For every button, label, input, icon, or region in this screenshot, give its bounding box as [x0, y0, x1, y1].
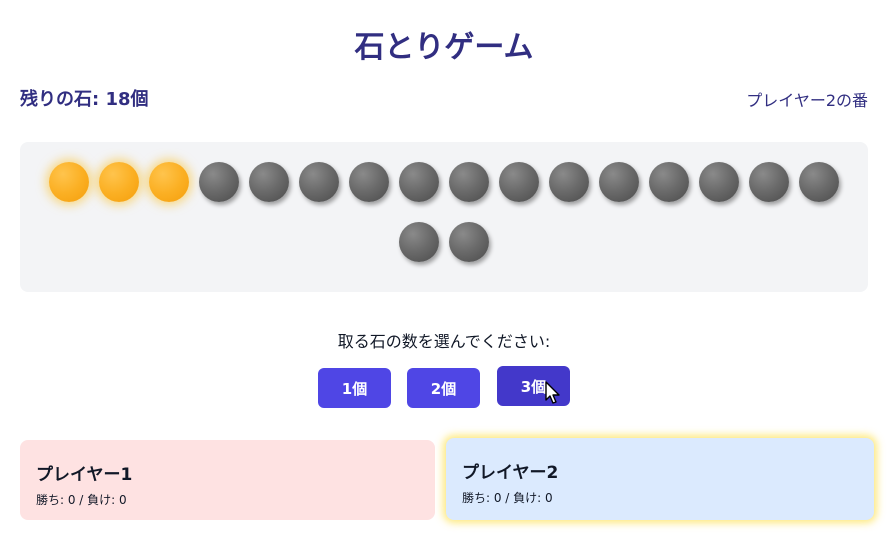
- current-turn-indicator: プレイヤー2の番: [746, 91, 868, 110]
- take-1-button[interactable]: 1個: [318, 368, 391, 408]
- stone-board: [20, 142, 868, 292]
- player-1-stats: 勝ち: 0 / 負け: 0: [36, 493, 127, 507]
- stone[interactable]: [299, 162, 339, 202]
- stone-selected[interactable]: [149, 162, 189, 202]
- game-title: 石とりゲーム: [354, 30, 534, 65]
- take-2-button[interactable]: 2個: [407, 368, 480, 408]
- player-2-card: プレイヤー2 勝ち: 0 / 負け: 0: [446, 438, 874, 520]
- player-1-name: プレイヤー1: [36, 465, 133, 485]
- stone[interactable]: [399, 162, 439, 202]
- stone[interactable]: [749, 162, 789, 202]
- stone[interactable]: [349, 162, 389, 202]
- player-2-name: プレイヤー2: [462, 463, 559, 483]
- stone[interactable]: [799, 162, 839, 202]
- take-prompt: 取る石の数を選んでください:: [337, 332, 551, 351]
- stone-selected[interactable]: [99, 162, 139, 202]
- stone[interactable]: [449, 222, 489, 262]
- mouse-cursor-icon: [545, 381, 560, 404]
- stone[interactable]: [599, 162, 639, 202]
- stone[interactable]: [249, 162, 289, 202]
- player-2-stats: 勝ち: 0 / 負け: 0: [462, 491, 553, 505]
- stone[interactable]: [499, 162, 539, 202]
- stone[interactable]: [399, 222, 439, 262]
- stone[interactable]: [199, 162, 239, 202]
- stone-selected[interactable]: [49, 162, 89, 202]
- stone[interactable]: [699, 162, 739, 202]
- player-1-card: プレイヤー1 勝ち: 0 / 負け: 0: [20, 440, 435, 520]
- remaining-stones-count: 残りの石: 18個: [20, 89, 149, 110]
- stone[interactable]: [449, 162, 489, 202]
- stone[interactable]: [549, 162, 589, 202]
- stone[interactable]: [649, 162, 689, 202]
